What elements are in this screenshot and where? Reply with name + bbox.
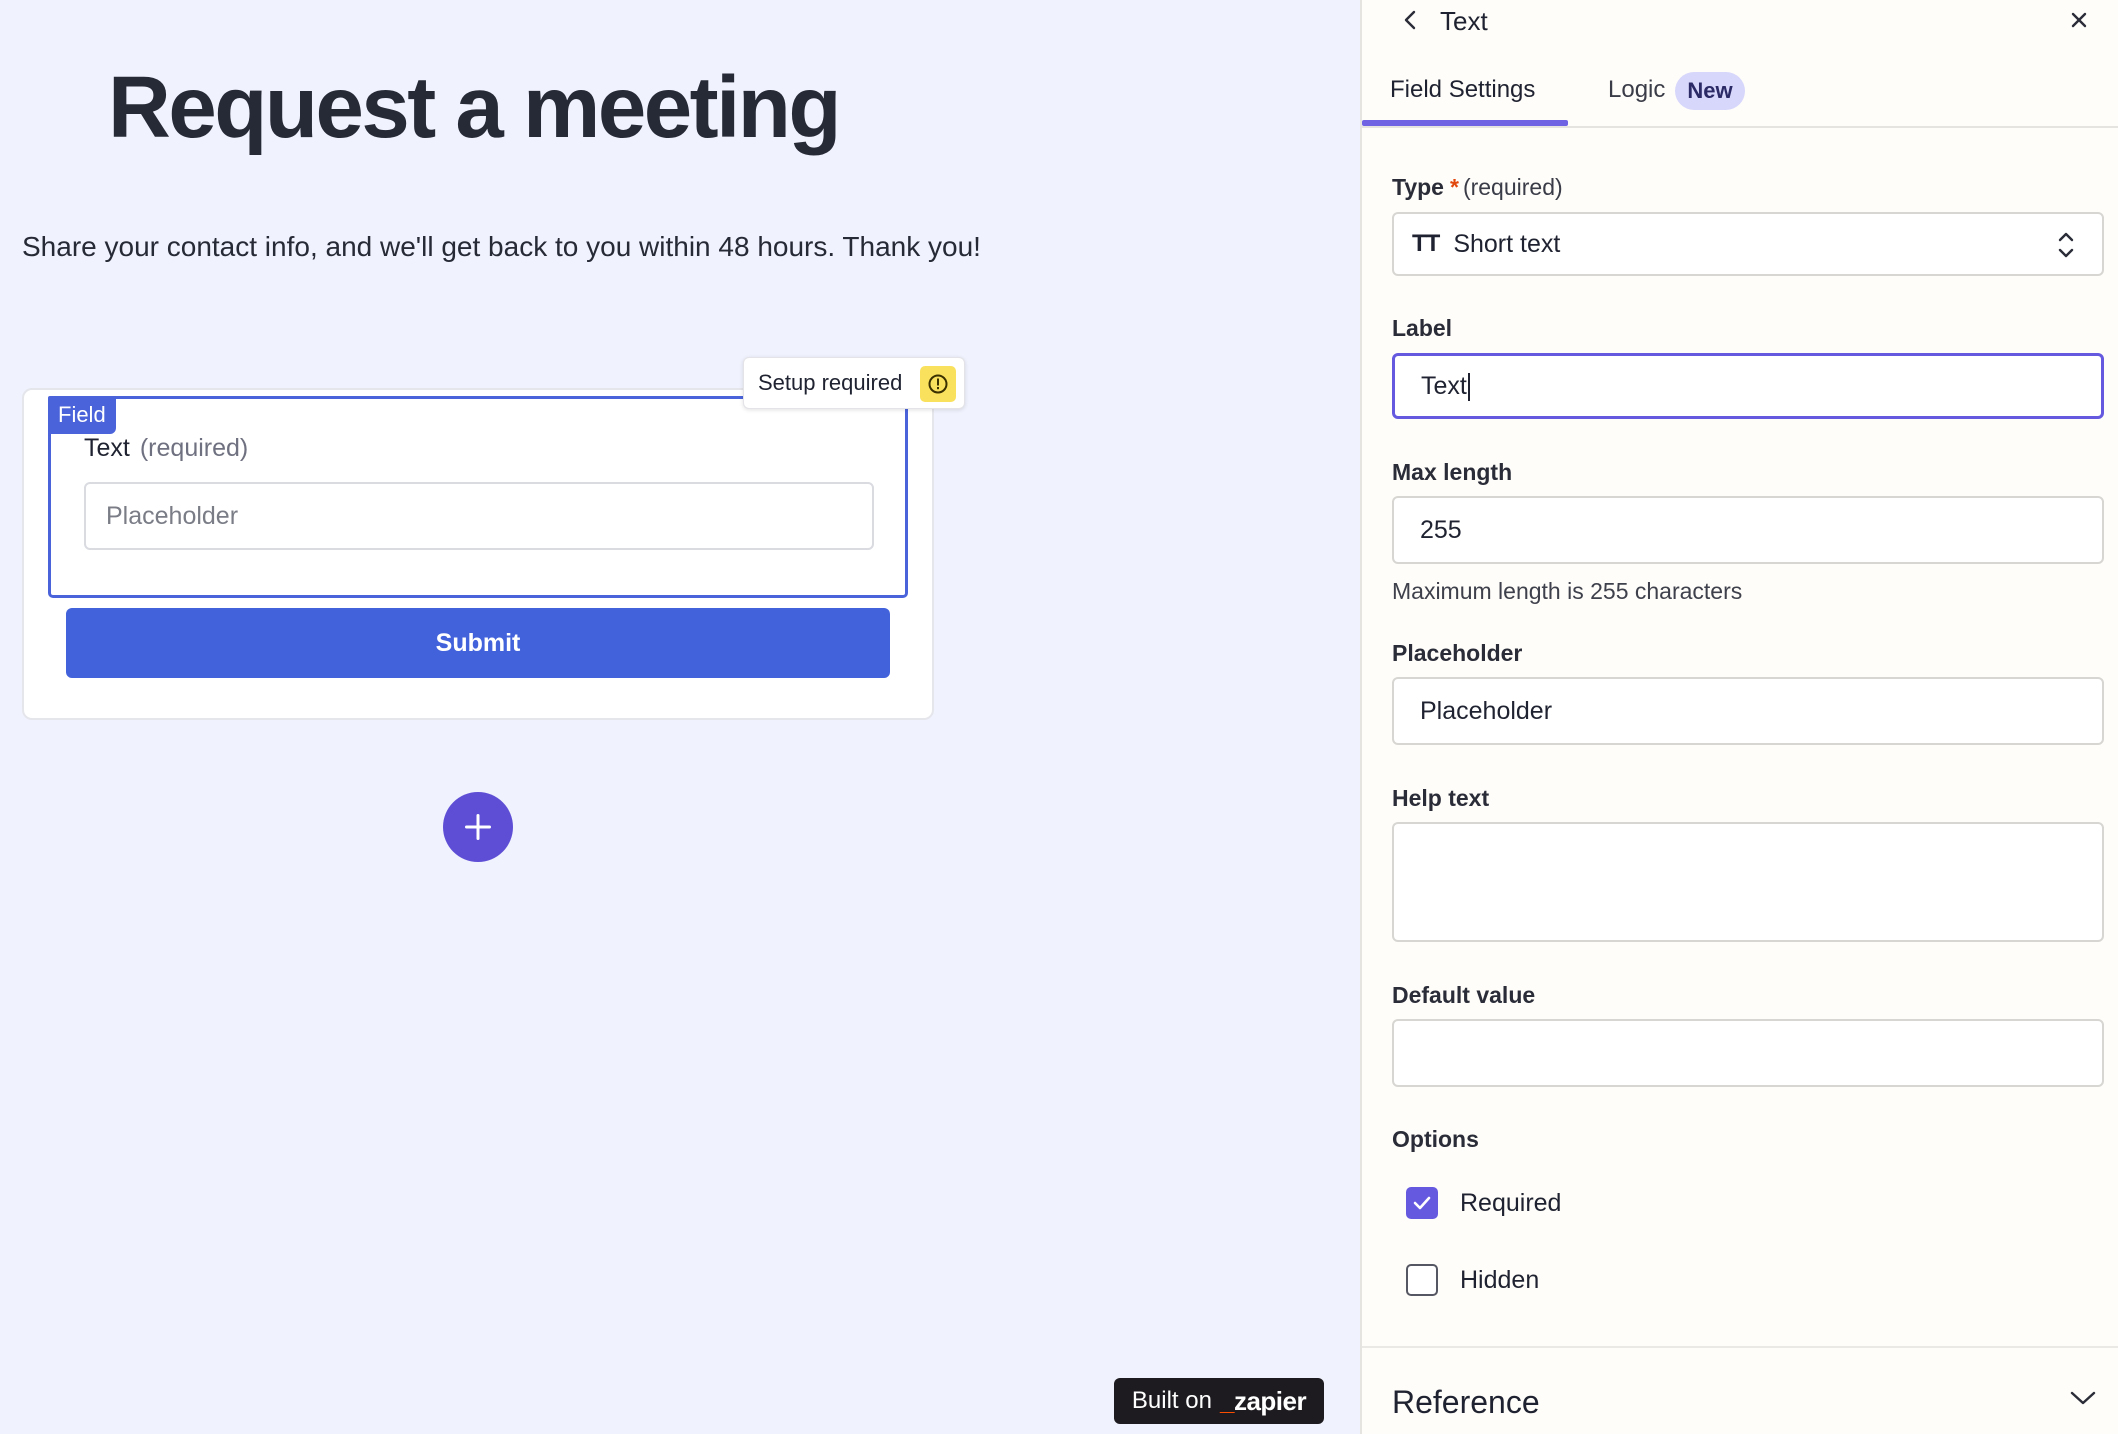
max-length-label: Max length <box>1392 459 1513 485</box>
type-label-text: Type <box>1392 174 1444 200</box>
submit-button[interactable]: Submit <box>66 608 890 678</box>
hidden-checkbox[interactable] <box>1406 1264 1438 1296</box>
chevron-up-down-icon <box>2058 232 2074 258</box>
field-required-text: (required) <box>139 434 249 462</box>
add-field-button[interactable] <box>443 792 513 862</box>
option-hidden[interactable]: Hidden <box>1406 1264 1539 1296</box>
zapier-logo-text: zapier <box>1233 1385 1307 1416</box>
type-select-value: Short text <box>1453 229 1561 258</box>
plus-icon <box>465 814 491 840</box>
setup-required-label: Setup required <box>758 370 903 395</box>
required-option-label: Required <box>1460 1188 1562 1217</box>
type-select[interactable]: TT Short text <box>1392 212 2104 276</box>
page-title: Request a meeting <box>108 59 842 156</box>
required-checkbox[interactable] <box>1406 1187 1438 1219</box>
chevron-left-icon[interactable] <box>1398 6 1422 34</box>
max-length-input[interactable]: 255 <box>1392 496 2104 564</box>
field-tag: Field <box>48 396 116 434</box>
text-type-icon: TT <box>1412 230 1440 257</box>
tab-logic-label: Logic <box>1608 76 1666 103</box>
placeholder-input[interactable]: Placeholder <box>1392 677 2104 745</box>
default-value-label: Default value <box>1392 982 1536 1008</box>
label-field-label: Label <box>1392 315 1453 341</box>
reference-title: Reference <box>1392 1384 1540 1420</box>
field-label-text: Text <box>84 434 130 462</box>
zapier-logo: _zapier <box>1219 1385 1307 1417</box>
help-text-input[interactable] <box>1392 822 2104 942</box>
built-on-text: Built on <box>1131 1387 1212 1414</box>
new-badge: New <box>1675 72 1745 110</box>
required-asterisk: * <box>1449 174 1459 200</box>
field-label: Text (required) <box>84 434 248 463</box>
max-length-hint: Maximum length is 255 characters <box>1392 578 1743 604</box>
type-label: Type * (required) <box>1392 174 1563 201</box>
close-icon[interactable] <box>2066 6 2092 34</box>
tab-logic[interactable]: Logic New <box>1608 72 1745 128</box>
option-required[interactable]: Required <box>1406 1187 1561 1219</box>
type-required-text: (required) <box>1462 174 1563 200</box>
field-settings-panel: Text Field Settings Logic New Type * (requ… <box>1360 0 2118 1434</box>
hidden-option-label: Hidden <box>1460 1265 1540 1294</box>
warning-circle-icon <box>920 366 956 402</box>
label-input[interactable]: Text <box>1392 353 2104 419</box>
help-text-label: Help text <box>1392 785 1490 811</box>
panel-header: Text <box>1362 0 2118 42</box>
check-icon <box>1413 1196 1431 1210</box>
active-tab-indicator <box>1362 120 1568 126</box>
default-value-input[interactable] <box>1392 1019 2104 1087</box>
page-description: Share your contact info, and we'll get b… <box>22 231 981 262</box>
text-cursor <box>1467 373 1470 402</box>
text-field-input[interactable]: Placeholder <box>84 482 874 550</box>
form-canvas: Request a meeting Share your contact inf… <box>0 0 1360 1434</box>
label-input-value: Text <box>1421 372 1467 400</box>
built-on-zapier-badge[interactable]: Built on _zapier <box>1114 1378 1324 1424</box>
chevron-down-icon <box>2070 1391 2096 1405</box>
reference-section[interactable]: Reference <box>1362 1346 2118 1434</box>
placeholder-label: Placeholder <box>1392 640 1523 666</box>
panel-title: Text <box>1440 6 1488 36</box>
options-label: Options <box>1392 1126 1479 1152</box>
zapier-logo-mark: _ <box>1219 1385 1234 1416</box>
setup-required-badge[interactable]: Setup required <box>743 357 965 409</box>
